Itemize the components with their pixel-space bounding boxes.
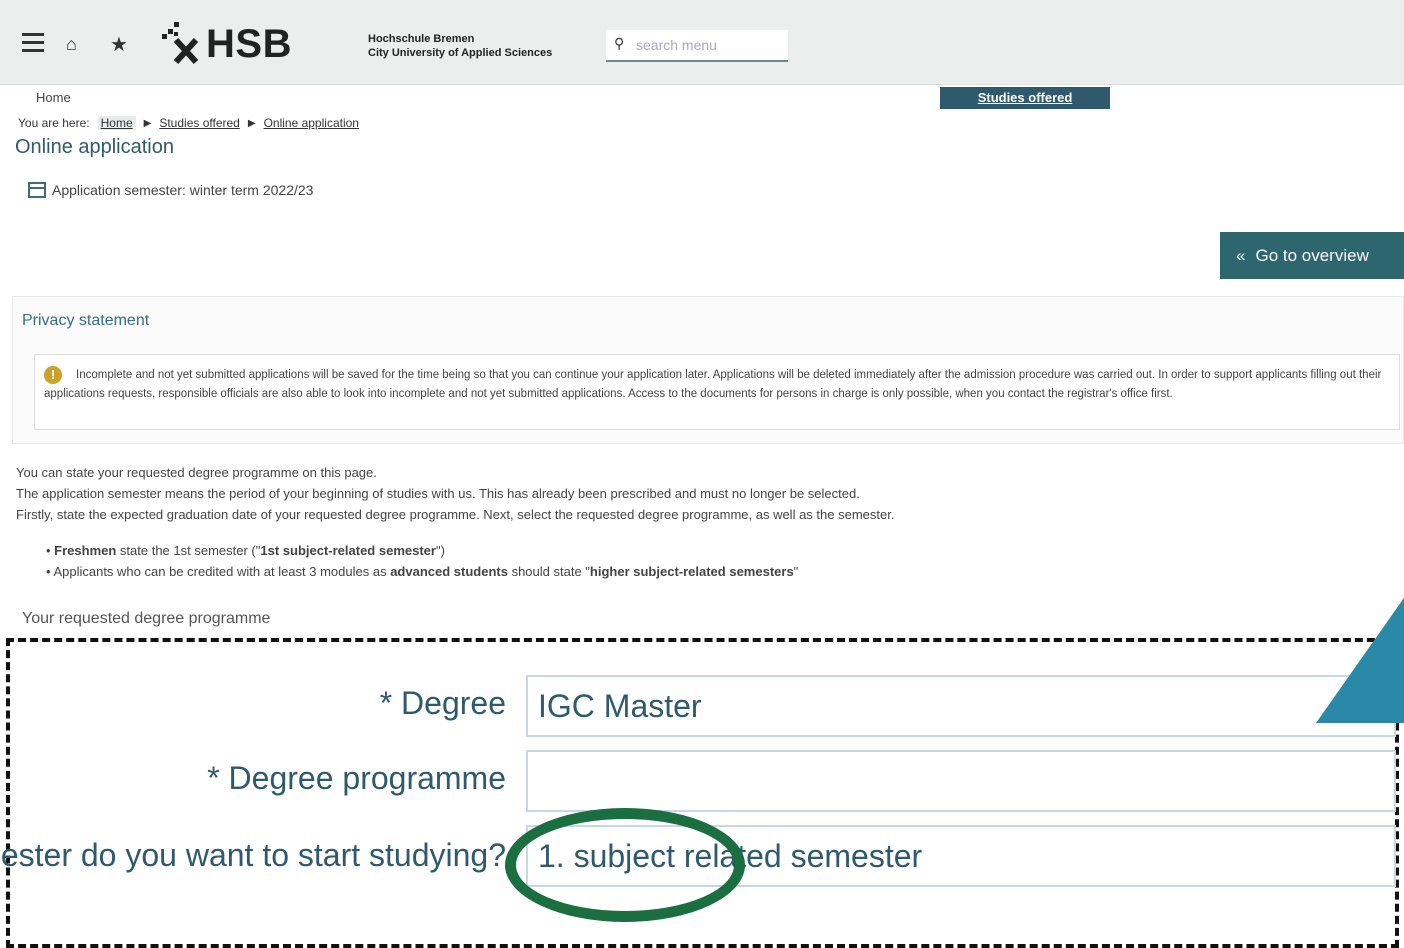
go-to-overview-button[interactable]: « Go to overview (1220, 232, 1404, 279)
star-icon[interactable]: ★ (110, 32, 128, 57)
calendar-icon (28, 182, 46, 198)
start-semester-label: ester do you want to start studying? (0, 837, 506, 873)
intro-line: The application semester means the perio… (16, 486, 860, 501)
double-chevron-left-icon: « (1236, 245, 1246, 265)
search-menu-input[interactable]: ⚲ search menu (606, 30, 788, 62)
logo-subtitle-line2: City University of Applied Sciences (368, 47, 553, 59)
list-item: Applicants who can be credited with at l… (46, 561, 798, 582)
requested-programme-title: Your requested degree programme (22, 610, 271, 627)
home-icon[interactable]: ⌂ (66, 34, 77, 55)
privacy-text: Incomplete and not yet submitted applica… (44, 369, 1382, 400)
page-title: Online application (15, 136, 174, 158)
chevron-right-icon: ▶ (143, 117, 152, 129)
nav-home[interactable]: Home (36, 90, 71, 105)
degree-programme-select[interactable] (526, 750, 1396, 812)
breadcrumb-studies-offered[interactable]: Studies offered (159, 116, 240, 130)
logo-subtitle: Hochschule Bremen City University of App… (368, 32, 552, 60)
hamburger-menu-icon[interactable] (22, 33, 44, 53)
breadcrumb: You are here: Home ▶ Studies offered ▶ O… (18, 116, 359, 130)
highlight-ring (505, 808, 745, 922)
list-item: Freshmen state the 1st semester ("1st su… (46, 540, 798, 561)
go-to-overview-label: Go to overview (1255, 245, 1369, 265)
degree-label: * Degree (379, 685, 506, 721)
info-icon: ! (44, 366, 62, 384)
application-semester: Application semester: winter term 2022/2… (28, 182, 313, 198)
search-icon: ⚲ (614, 35, 625, 51)
breadcrumb-home[interactable]: Home (97, 116, 136, 130)
search-placeholder: search menu (636, 37, 717, 53)
callout-triangle (1316, 595, 1404, 723)
intro-line: You can state your requested degree prog… (16, 465, 377, 480)
degree-programme-label: * Degree programme (207, 760, 506, 796)
breadcrumb-online-application[interactable]: Online application (264, 116, 359, 130)
instruction-list: Freshmen state the 1st semester ("1st su… (46, 540, 798, 582)
nav-studies-offered[interactable]: Studies offered (940, 87, 1110, 109)
logo-mark-icon (162, 22, 199, 65)
intro-line: Firstly, state the expected graduation d… (16, 507, 895, 522)
logo-subtitle-line1: Hochschule Bremen (368, 33, 475, 45)
breadcrumb-prefix: You are here: (18, 116, 90, 130)
intro-text: You can state your requested degree prog… (16, 462, 1396, 525)
logo-text[interactable]: HSB (206, 22, 292, 67)
chevron-right-icon: ▶ (247, 117, 256, 129)
application-semester-text: Application semester: winter term 2022/2… (52, 182, 314, 198)
privacy-title: Privacy statement (22, 312, 150, 329)
degree-select[interactable]: IGC Master (526, 675, 1396, 737)
